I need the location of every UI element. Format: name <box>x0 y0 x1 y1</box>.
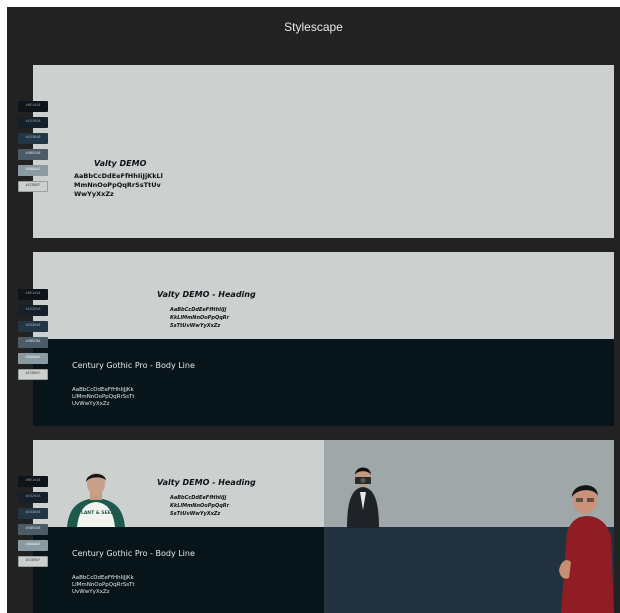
swatch[interactable]: #4B5C68 <box>18 524 48 535</box>
person-red-shirt-photo <box>559 485 614 613</box>
heading-font-title: Valty DEMO - Heading <box>157 290 256 299</box>
swatch[interactable]: #8A9AA2 <box>18 540 48 551</box>
stylescape-panel-1: Valty DEMO AaBbCcDdEeFfHhIiJjKkLl MmNnOo… <box>33 65 614 238</box>
body-font-alphabet: AaBbCcDdEeFfHhIiJjKk LlMmNnOoPpQqRrSsTt … <box>72 575 135 595</box>
heading-font-alphabet: AaBbCcDdEeFfHhIiJj KkLlMmNnOoPpQqRr SsTt… <box>170 495 230 517</box>
color-swatches-2: #0E1418 #15202A #233646 #4B5C68 #8A9AA2 … <box>18 289 48 380</box>
swatch[interactable]: #233646 <box>18 133 48 144</box>
swatch[interactable]: #8A9AA2 <box>18 165 48 176</box>
swatch[interactable]: #0E1418 <box>18 101 48 112</box>
body-font-title: Century Gothic Pro - Body Line <box>72 549 195 558</box>
page-title: Stylescape <box>284 20 343 34</box>
swatch[interactable]: #4B5C68 <box>18 337 48 348</box>
body-font-section: Century Gothic Pro - Body Line AaBbCcDdE… <box>33 339 614 426</box>
display-font-alphabet: AaBbCcDdEeFfHhIiJjKkLl MmNnOoPpQqRrSsTtU… <box>74 172 163 198</box>
person-suit-camera-photo <box>347 467 379 528</box>
person-hoodie-photo: PLANT & SEED <box>67 473 125 527</box>
swatch[interactable]: #15202A <box>18 305 48 316</box>
swatch[interactable]: #15202A <box>18 117 48 128</box>
stylescape-panel-3: Valty DEMO - Heading AaBbCcDdEeFfHhIiJj … <box>33 440 614 613</box>
swatch[interactable]: #CCD0CF <box>18 369 48 380</box>
swatch[interactable]: #233646 <box>18 508 48 519</box>
swatch[interactable]: #8A9AA2 <box>18 353 48 364</box>
swatch[interactable]: #0E1418 <box>18 476 48 487</box>
body-font-alphabet: AaBbCcDdEeFfHhIiJjKk LlMmNnOoPpQqRrSsTt … <box>72 387 135 407</box>
swatch[interactable]: #4B5C68 <box>18 149 48 160</box>
heading-font-title: Valty DEMO - Heading <box>157 478 256 487</box>
heading-font-alphabet: AaBbCcDdEeFfHhIiJj KkLlMmNnOoPpQqRr SsTt… <box>170 307 230 329</box>
display-font-title: Valty DEMO <box>94 159 147 168</box>
stylescape-panel-2: Valty DEMO - Heading AaBbCcDdEeFfHhIiJj … <box>33 252 614 426</box>
swatch[interactable]: #CCD0CF <box>18 181 48 192</box>
color-swatches-1: #0E1418 #15202A #233646 #4B5C68 #8A9AA2 … <box>18 101 48 192</box>
body-font-title: Century Gothic Pro - Body Line <box>72 361 195 370</box>
swatch[interactable]: #0E1418 <box>18 289 48 300</box>
shirt-print: PLANT & SEED <box>78 510 115 516</box>
swatch[interactable]: #15202A <box>18 492 48 503</box>
swatch[interactable]: #CCD0CF <box>18 556 48 567</box>
swatch[interactable]: #233646 <box>18 321 48 332</box>
color-swatches-3: #0E1418 #15202A #233646 #4B5C68 #8A9AA2 … <box>18 476 48 567</box>
body-font-section: Century Gothic Pro - Body Line AaBbCcDdE… <box>33 527 324 613</box>
stylescape-canvas: Stylescape Valty DEMO AaBbCcDdEeFfHhIiJj… <box>7 7 620 613</box>
